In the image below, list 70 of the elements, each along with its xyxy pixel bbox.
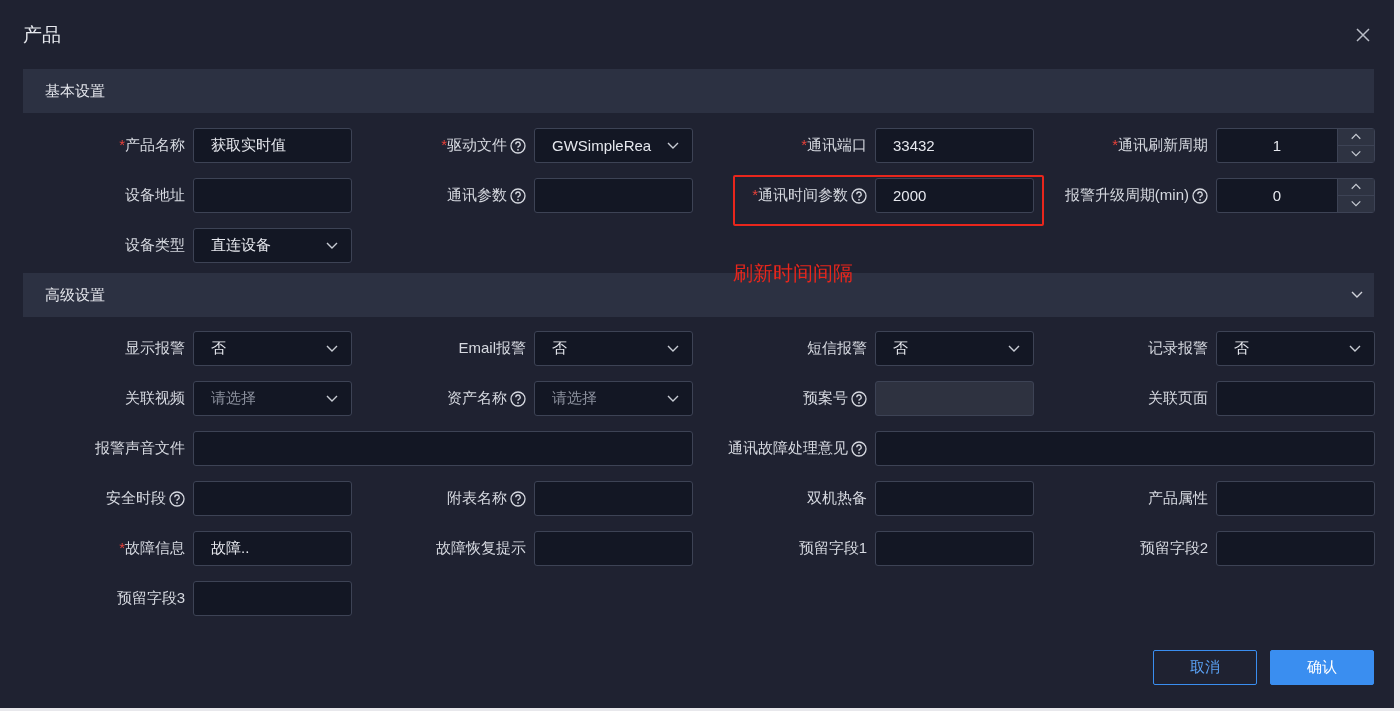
field-label: 关联视频 [125,389,185,408]
select-field[interactable]: 直连设备 [193,228,352,263]
input-field[interactable] [875,431,1375,466]
select-field[interactable]: 请选择 [193,381,352,416]
input-field[interactable] [875,531,1034,566]
input-field[interactable]: 故障.. [193,531,352,566]
help-icon[interactable] [510,137,526,154]
help-icon[interactable] [851,187,867,204]
help-icon[interactable] [1192,187,1208,204]
field-label: 预案号 [803,389,848,408]
field-label: *产品名称 [119,136,185,155]
field-label: *故障信息 [119,539,185,558]
section-title: 基本设置 [45,81,105,101]
number-field[interactable]: 0 [1216,178,1375,213]
input-field[interactable] [193,178,352,213]
field-label: 报警声音文件 [95,439,185,458]
input-field[interactable] [193,581,352,616]
field-label: 通讯参数 [447,186,507,205]
field-label: 附表名称 [447,489,507,508]
input-field[interactable] [534,481,693,516]
help-icon[interactable] [851,440,867,457]
input-field[interactable] [1216,381,1375,416]
close-icon[interactable] [1356,27,1370,42]
select-field[interactable]: 否 [193,331,352,366]
field-label: 预留字段3 [116,589,185,608]
help-icon[interactable] [510,490,526,507]
field-label: 设备类型 [125,236,185,255]
field-label: 资产名称 [447,389,507,408]
input-field[interactable] [193,481,352,516]
cancel-button[interactable]: 取消 [1153,650,1257,685]
input-field[interactable]: 2000 [875,178,1034,213]
help-icon[interactable] [851,390,867,407]
input-field[interactable] [1216,481,1375,516]
field-label: 短信报警 [807,339,867,358]
input-field[interactable] [875,481,1034,516]
field-label: 安全时段 [106,489,166,508]
field-label: 报警升级周期(min) [1064,186,1189,205]
field-label: 关联页面 [1148,389,1208,408]
field-label: 预留字段2 [1139,539,1208,558]
field-label: 显示报警 [125,339,185,358]
number-field[interactable]: 1 [1216,128,1375,163]
input-field[interactable]: 获取实时值 [193,128,352,163]
select-field[interactable]: 请选择 [534,381,693,416]
help-icon[interactable] [510,187,526,204]
field-label: 双机热备 [807,489,867,508]
field-label: *通讯时间参数 [752,186,848,205]
input-field[interactable] [534,531,693,566]
field-label: *驱动文件 [441,136,507,155]
field-label: 记录报警 [1148,339,1208,358]
input-field[interactable] [534,178,693,213]
help-icon[interactable] [510,390,526,407]
input-field[interactable]: 33432 [875,128,1034,163]
field-label: *通讯端口 [801,136,867,155]
select-field[interactable]: 否 [534,331,693,366]
input-field[interactable] [193,431,693,466]
help-icon[interactable] [169,490,185,507]
select-field[interactable]: 否 [875,331,1034,366]
input-field[interactable] [875,381,1034,416]
field-label: 通讯故障处理意见 [728,439,848,458]
field-label: 故障恢复提示 [436,539,526,558]
field-label: Email报警 [458,339,526,358]
field-label: 预留字段1 [798,539,867,558]
section-title: 高级设置 [45,285,105,305]
field-label: 设备地址 [125,186,185,205]
select-field[interactable]: 否 [1216,331,1375,366]
select-field[interactable]: GWSimpleRea [534,128,693,163]
dialog-title: 产品 [23,22,61,47]
field-label: *通讯刷新周期 [1112,136,1208,155]
input-field[interactable] [1216,531,1375,566]
field-label: 产品属性 [1148,489,1208,508]
